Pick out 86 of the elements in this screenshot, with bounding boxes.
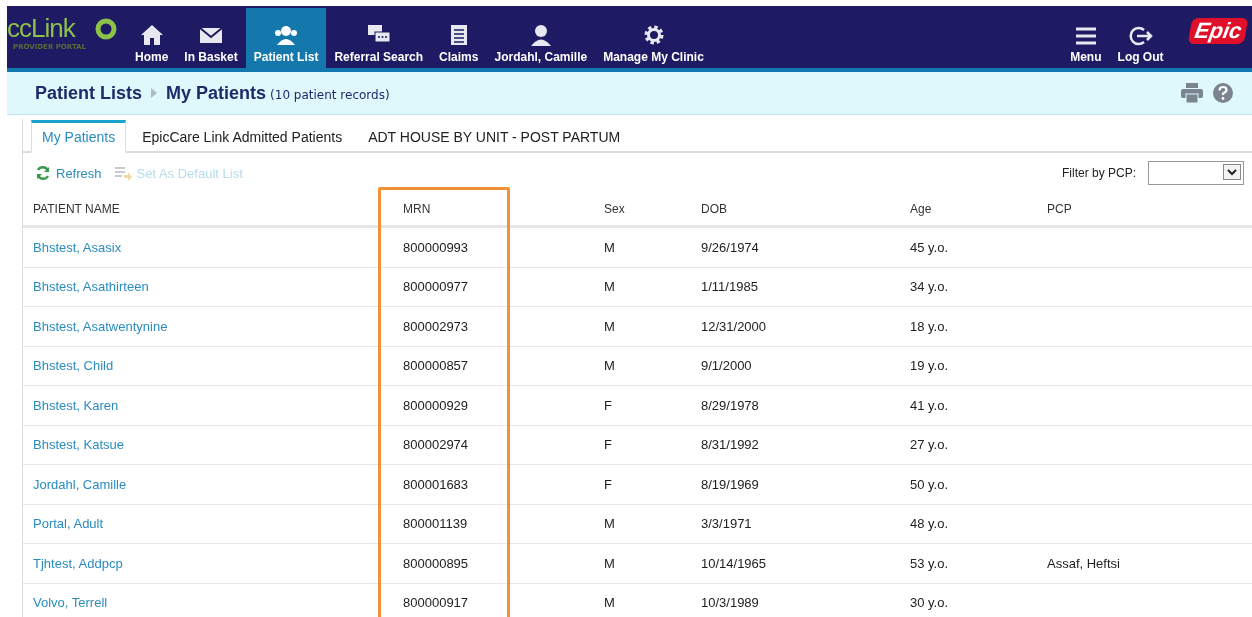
nav-item[interactable]: Manage My Clinic bbox=[595, 8, 712, 68]
table-cell: 18 y.o. bbox=[910, 318, 949, 334]
toolbar-button[interactable]: Refresh bbox=[35, 165, 102, 181]
table-cell: M bbox=[604, 595, 615, 611]
logout-icon bbox=[1127, 25, 1154, 47]
column-header[interactable]: MRN bbox=[403, 202, 604, 216]
table-cell: 800000857 bbox=[403, 358, 469, 374]
filter-label: Filter by PCP: bbox=[1062, 166, 1136, 180]
table-cell: F bbox=[604, 397, 612, 413]
table-cell: 10/14/1965 bbox=[701, 555, 767, 571]
patient-name-link[interactable]: Bhstest, Child bbox=[33, 358, 114, 374]
help-icon[interactable] bbox=[1212, 82, 1234, 104]
nav-item[interactable]: Referral Search bbox=[326, 8, 432, 68]
ring-logo-icon bbox=[93, 18, 119, 40]
patient-name-link[interactable]: Bhstest, Asathirteen bbox=[33, 279, 149, 295]
patient-name-link[interactable]: Bhstest, Karen bbox=[33, 397, 119, 413]
table-cell: 45 y.o. bbox=[910, 239, 949, 255]
table-cell: M bbox=[604, 358, 615, 374]
column-header[interactable]: PCP bbox=[1047, 202, 1252, 216]
table-cell: F bbox=[604, 437, 612, 453]
table-cell: 30 y.o. bbox=[910, 595, 949, 611]
patient-name-link[interactable]: Bhstest, Asatwentynine bbox=[33, 318, 168, 334]
table-cell: M bbox=[604, 318, 615, 334]
table-cell: 800000895 bbox=[403, 555, 469, 571]
table-cell: M bbox=[604, 239, 615, 255]
table-cell: F bbox=[604, 476, 612, 492]
tab[interactable]: ADT HOUSE BY UNIT - POST PARTUM bbox=[358, 123, 631, 151]
table-cell: 800001683 bbox=[403, 476, 469, 492]
table-cell: 19 y.o. bbox=[910, 358, 949, 374]
table-cell: 9/26/1974 bbox=[701, 239, 759, 255]
table-cell: 1/11/1985 bbox=[701, 279, 758, 295]
table-cell: 34 y.o. bbox=[910, 279, 949, 295]
table-cell: 53 y.o. bbox=[910, 555, 949, 571]
table-cell: 9/1/2000 bbox=[701, 358, 752, 374]
nav-item[interactable]: Log Out bbox=[1109, 8, 1172, 68]
table-cell: 41 y.o. bbox=[910, 397, 949, 413]
table-cell: 800002973 bbox=[403, 318, 469, 334]
nav-item[interactable]: Claims bbox=[431, 8, 487, 68]
table-cell: 48 y.o. bbox=[910, 516, 949, 532]
table-cell: 50 y.o. bbox=[910, 476, 949, 492]
patient-name-link[interactable]: Tjhtest, Addpcp bbox=[33, 555, 123, 571]
breadcrumb-current: My Patients bbox=[166, 82, 267, 104]
patient-name-link[interactable]: Bhstest, Asasix bbox=[33, 239, 122, 255]
table-cell: 10/3/1989 bbox=[701, 595, 759, 611]
people-icon bbox=[273, 23, 300, 47]
nav-item[interactable]: Home bbox=[127, 8, 177, 68]
table-cell: 800000917 bbox=[403, 595, 469, 611]
column-header[interactable]: PATIENT NAME bbox=[23, 202, 403, 216]
table-cell: 800002974 bbox=[403, 437, 469, 453]
pcp-filter-dropdown[interactable] bbox=[1148, 161, 1244, 185]
table-cell: 800000993 bbox=[403, 239, 469, 255]
record-count: (10 patient records) bbox=[270, 88, 390, 102]
breadcrumb-arrow-icon bbox=[150, 87, 159, 99]
table-cell: Assaf, Heftsi bbox=[1047, 555, 1120, 571]
breadcrumb-link[interactable]: Patient Lists bbox=[35, 82, 143, 104]
column-header[interactable]: Sex bbox=[604, 202, 701, 216]
tab[interactable]: My Patients bbox=[31, 120, 127, 153]
nav-item[interactable]: Menu bbox=[1062, 8, 1110, 68]
tab[interactable]: EpicCare Link Admitted Patients bbox=[132, 123, 353, 151]
table-cell: 12/31/2000 bbox=[701, 318, 767, 334]
refresh-icon bbox=[35, 165, 51, 181]
table-cell: M bbox=[604, 516, 615, 532]
patient-name-link[interactable]: Volvo, Terrell bbox=[33, 595, 108, 611]
print-icon[interactable] bbox=[1180, 83, 1204, 103]
table-cell: 800000929 bbox=[403, 397, 469, 413]
table-cell: 800001139 bbox=[403, 516, 468, 532]
nav-item[interactable]: Patient List bbox=[245, 8, 327, 68]
column-header[interactable]: Age bbox=[910, 202, 1047, 216]
table-cell: M bbox=[604, 555, 615, 571]
table-cell: 3/3/1971 bbox=[701, 516, 752, 532]
list-arrow-icon bbox=[113, 165, 132, 181]
patient-name-link[interactable]: Jordahl, Camille bbox=[33, 476, 127, 492]
logo-wordmark: ccLink bbox=[7, 13, 75, 43]
table-cell: 8/19/1969 bbox=[701, 476, 759, 492]
table-cell: 8/31/1992 bbox=[701, 437, 759, 453]
table-cell: M bbox=[604, 279, 615, 295]
nav-item[interactable]: In Basket bbox=[176, 8, 246, 68]
table-cell: 800000977 bbox=[403, 279, 469, 295]
dropdown-caret-icon bbox=[1223, 164, 1241, 180]
brand-logo: Epic bbox=[1187, 18, 1249, 44]
patient-name-link[interactable]: Bhstest, Katsue bbox=[33, 437, 125, 453]
patient-name-link[interactable]: Portal, Adult bbox=[33, 516, 104, 532]
column-header[interactable]: DOB bbox=[701, 202, 910, 216]
nav-item[interactable]: Jordahl, Camille bbox=[486, 8, 596, 68]
table-cell: 27 y.o. bbox=[910, 437, 949, 453]
table-cell: 8/29/1978 bbox=[701, 397, 759, 413]
